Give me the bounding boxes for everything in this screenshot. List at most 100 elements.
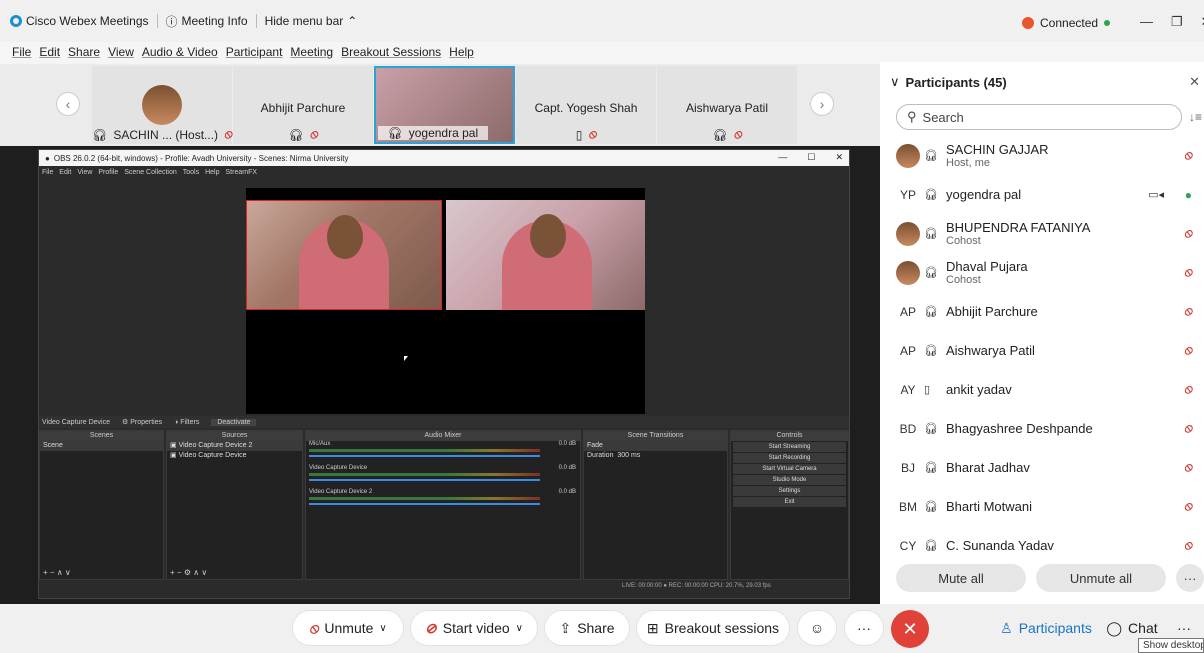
filters-button[interactable]: ◑ Filters <box>174 419 199 426</box>
menu-meeting[interactable]: Meeting <box>290 45 333 59</box>
unmute-all-button[interactable]: Unmute all <box>1036 564 1166 592</box>
participant-row[interactable]: BM 🎧︎ Bharti Motwani ⦸ <box>880 487 1204 526</box>
volume-slider[interactable] <box>309 455 540 457</box>
close-icon[interactable]: ✕ <box>835 152 843 163</box>
scene-item[interactable]: Scene <box>40 441 163 451</box>
participant-row[interactable]: AY ▯ ankit yadav ⦸ <box>880 370 1204 409</box>
mic-muted-icon[interactable]: ⦸ <box>1184 421 1192 436</box>
mic-muted-icon[interactable]: ⦸ <box>1184 382 1192 397</box>
remove-icon[interactable]: − <box>50 568 55 577</box>
obs-menu-help[interactable]: Help <box>205 169 219 176</box>
video-tile[interactable]: Aishwarya Patil 🎧︎ ⦸ <box>657 66 797 144</box>
close-icon[interactable]: ✕ <box>1201 14 1204 30</box>
obs-menu-streamfx[interactable]: StreamFX <box>226 169 258 176</box>
maximize-icon[interactable]: ☐ <box>807 152 815 163</box>
start-streaming-button[interactable]: Start Streaming <box>733 442 846 452</box>
add-icon[interactable]: + <box>43 568 48 577</box>
mic-muted-icon[interactable]: ⦸ <box>1184 343 1192 358</box>
share-button[interactable]: ⇪ Share <box>544 610 630 646</box>
transition-select[interactable]: Fade <box>584 441 727 451</box>
start-virtual-camera-button[interactable]: Start Virtual Camera <box>733 464 846 474</box>
video-tile[interactable]: Abhijit Parchure 🎧︎ ⦸ <box>233 66 373 144</box>
mic-muted-icon[interactable]: ⦸ <box>1184 538 1192 553</box>
down-icon[interactable]: ∨ <box>201 568 207 577</box>
menu-file[interactable]: File <box>12 45 31 59</box>
hide-menu-bar-button[interactable]: Hide menu bar ⌃ <box>265 14 358 28</box>
settings-button[interactable]: Settings <box>733 486 846 496</box>
mic-muted-icon[interactable]: ⦸ <box>1184 148 1192 163</box>
source-item[interactable]: ▣ Video Capture Device <box>167 451 302 461</box>
mic-on-icon[interactable]: ● <box>1185 188 1192 202</box>
mic-muted-icon[interactable]: ⦸ <box>1184 499 1192 514</box>
video-tile-active[interactable]: 🎧︎ yogendra pal <box>374 66 515 144</box>
participant-row[interactable]: BJ 🎧︎ Bharat Jadhav ⦸ <box>880 448 1204 487</box>
menu-view[interactable]: View <box>108 45 134 59</box>
breakout-sessions-button[interactable]: ⊞ Breakout sessions <box>636 610 790 646</box>
video-tile[interactable]: Capt. Yogesh Shah ▯ ⦸ <box>516 66 656 144</box>
search-input[interactable]: ⚲ Search <box>896 104 1182 130</box>
participant-row[interactable]: AP 🎧︎ Aishwarya Patil ⦸ <box>880 331 1204 370</box>
obs-preview[interactable] <box>246 188 645 414</box>
start-video-button[interactable]: ⊘ Start video ∨ <box>410 610 538 646</box>
exit-button[interactable]: Exit <box>733 497 846 507</box>
participant-row[interactable]: 🎧︎ BHUPENDRA FATANIYA Cohost ⦸ <box>880 214 1204 253</box>
mic-muted-icon[interactable]: ⦸ <box>1184 460 1192 475</box>
menu-edit[interactable]: Edit <box>39 45 60 59</box>
unmute-button[interactable]: ⦸ Unmute ∨ <box>292 610 404 646</box>
restore-icon[interactable]: ❐ <box>1171 14 1183 30</box>
source-item[interactable]: ▣ Video Capture Device 2 <box>167 441 302 451</box>
participant-row[interactable]: AP 🎧︎ Abhijit Parchure ⦸ <box>880 292 1204 331</box>
mic-muted-icon[interactable]: ⦸ <box>1184 304 1192 319</box>
video-tile[interactable]: 🎧︎ SACHIN ... (Host...) ⦸ <box>92 66 232 144</box>
participant-row[interactable]: CY 🎧︎ C. Sunanda Yadav ⦸ <box>880 526 1204 565</box>
menu-help[interactable]: Help <box>449 45 474 59</box>
leave-meeting-button[interactable]: ✕ <box>891 610 929 648</box>
mic-muted-icon[interactable]: ⦸ <box>1184 265 1192 280</box>
participant-row[interactable]: 🎧︎ SACHIN GAJJAR Host, me ⦸ <box>880 136 1204 175</box>
up-icon[interactable]: ∧ <box>57 568 63 577</box>
connection-status[interactable]: Connected <box>1022 16 1111 30</box>
menu-audio-video[interactable]: Audio & Video <box>142 45 218 59</box>
studio-mode-button[interactable]: Studio Mode <box>733 475 846 485</box>
participant-row[interactable]: 🎧︎ Dhaval Pujara Cohost ⦸ <box>880 253 1204 292</box>
menu-breakout-sessions[interactable]: Breakout Sessions <box>341 45 441 59</box>
up-icon[interactable]: ∧ <box>193 568 199 577</box>
more-button[interactable]: ··· <box>844 610 884 646</box>
volume-slider[interactable] <box>309 479 540 481</box>
video-capture-1[interactable] <box>246 200 442 310</box>
down-icon[interactable]: ∨ <box>65 568 71 577</box>
deactivate-button[interactable]: Deactivate <box>211 418 257 426</box>
tile-name: yogendra pal <box>408 126 479 140</box>
volume-slider[interactable] <box>309 503 540 505</box>
collapse-chevron-icon[interactable]: ∨ <box>890 74 900 90</box>
next-page-button[interactable]: › <box>810 92 834 116</box>
mute-all-button[interactable]: Mute all <box>896 564 1026 592</box>
minimize-icon[interactable]: — <box>778 152 787 163</box>
obs-menu-tools[interactable]: Tools <box>183 169 199 176</box>
prev-page-button[interactable]: ‹ <box>56 92 80 116</box>
obs-menu-file[interactable]: File <box>42 169 53 176</box>
remove-icon[interactable]: − <box>177 568 182 577</box>
obs-menu-view[interactable]: View <box>77 169 92 176</box>
gear-icon[interactable]: ⚙ <box>184 568 191 577</box>
participant-row[interactable]: BD 🎧︎ Bhagyashree Deshpande ⦸ <box>880 409 1204 448</box>
participant-row[interactable]: YP 🎧︎ yogendra pal ▭◂ ● <box>880 175 1204 214</box>
meeting-info-button[interactable]: ⓘ Meeting Info <box>166 13 248 30</box>
video-capture-2[interactable] <box>446 200 645 310</box>
start-recording-button[interactable]: Start Recording <box>733 453 846 463</box>
minimize-icon[interactable]: — <box>1140 14 1153 30</box>
menu-participant[interactable]: Participant <box>226 45 283 59</box>
properties-button[interactable]: ⚙ Properties <box>122 418 162 426</box>
duration-field[interactable]: Duration 300 ms <box>584 451 727 461</box>
mic-muted-icon[interactable]: ⦸ <box>1184 226 1192 241</box>
menu-share[interactable]: Share <box>68 45 100 59</box>
add-icon[interactable]: + <box>170 568 175 577</box>
participants-tab[interactable]: ♙ Participants <box>996 610 1096 646</box>
reactions-button[interactable]: ☺ <box>797 610 837 646</box>
obs-menu-edit[interactable]: Edit <box>59 169 71 176</box>
obs-menu-profile[interactable]: Profile <box>98 169 118 176</box>
sort-icon[interactable]: ↓≡ <box>1189 110 1202 124</box>
obs-menu-scene-collection[interactable]: Scene Collection <box>124 169 177 176</box>
close-icon[interactable]: ✕ <box>1189 74 1200 90</box>
more-options-button[interactable]: ··· <box>1176 564 1204 592</box>
